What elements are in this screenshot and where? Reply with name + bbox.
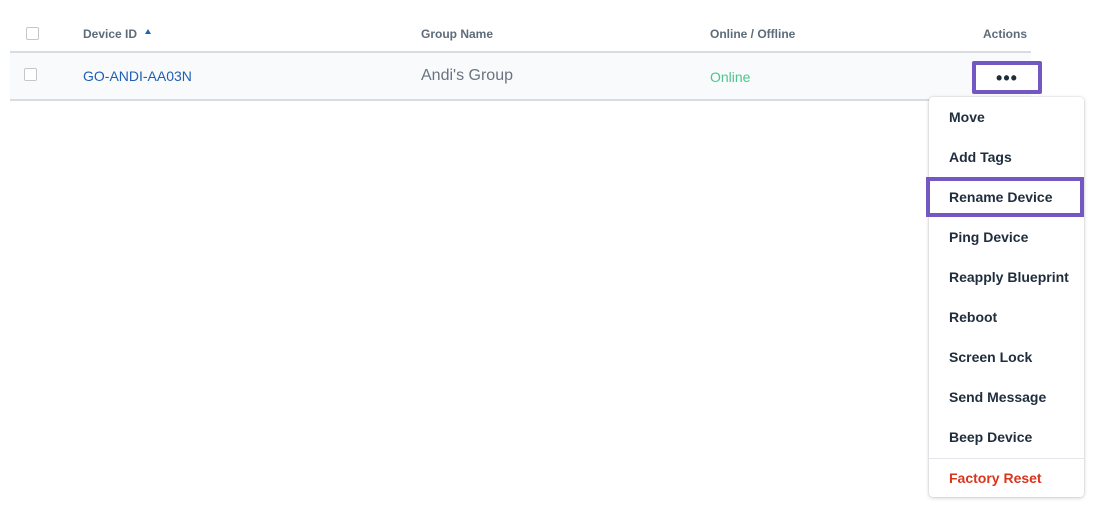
menu-item-beep-device[interactable]: Beep Device <box>929 417 1084 457</box>
select-all-checkbox[interactable] <box>26 27 39 40</box>
menu-item-screen-lock[interactable]: Screen Lock <box>929 337 1084 377</box>
actions-menu-button[interactable]: ••• <box>972 61 1042 94</box>
column-header-status[interactable]: Online / Offline <box>710 27 795 41</box>
menu-item-reapply-blueprint[interactable]: Reapply Blueprint <box>929 257 1084 297</box>
menu-item-factory-reset[interactable]: Factory Reset <box>929 458 1084 498</box>
menu-item-ping-device[interactable]: Ping Device <box>929 217 1084 257</box>
sort-ascending-icon[interactable] <box>145 29 151 34</box>
actions-dropdown-menu: Move Add Tags Rename Device Ping Device … <box>926 97 1084 498</box>
menu-item-move[interactable]: Move <box>929 97 1084 137</box>
menu-item-send-message[interactable]: Send Message <box>929 377 1084 417</box>
column-header-group-name[interactable]: Group Name <box>421 27 493 41</box>
menu-item-add-tags[interactable]: Add Tags <box>929 137 1084 177</box>
column-header-actions: Actions <box>983 27 1028 41</box>
row-checkbox[interactable] <box>24 68 37 81</box>
group-name-cell: Andi's Group <box>421 67 513 84</box>
column-header-device-id[interactable]: Device ID <box>83 27 137 41</box>
device-id-link[interactable]: GO-ANDI-AA03N <box>83 68 192 84</box>
status-cell: Online <box>710 69 751 85</box>
menu-item-rename-device[interactable]: Rename Device <box>926 177 1084 217</box>
menu-item-reboot[interactable]: Reboot <box>929 297 1084 337</box>
more-dots-icon: ••• <box>996 67 1018 88</box>
